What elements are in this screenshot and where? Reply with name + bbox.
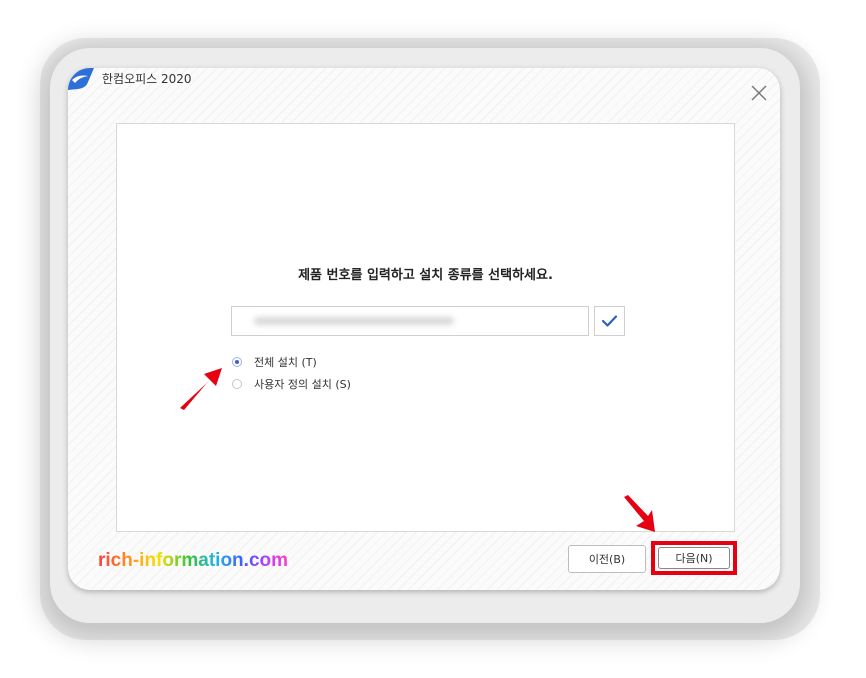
radio-label-custom-install: 사용자 정의 설치 (S)	[254, 378, 351, 391]
verify-button[interactable]	[594, 306, 625, 336]
installer-window: 한컴오피스 2020 제품 번호를 입력하고 설치 종류를 선택하세요. 전체 …	[68, 68, 780, 590]
blurred-product-number	[254, 317, 454, 325]
page-heading: 제품 번호를 입력하고 설치 종류를 선택하세요.	[298, 268, 553, 283]
window-title: 한컴오피스 2020	[102, 72, 192, 86]
checkmark-icon	[601, 315, 618, 327]
content-panel: 제품 번호를 입력하고 설치 종류를 선택하세요. 전체 설치 (T) 사용자 …	[116, 123, 735, 532]
product-number-input[interactable]	[231, 306, 589, 336]
radio-custom-install[interactable]: 사용자 정의 설치 (S)	[232, 375, 351, 393]
watermark-text: rich-information.com	[98, 550, 289, 571]
red-arrow-icon	[624, 495, 655, 532]
hancom-logo-icon	[68, 68, 94, 90]
close-icon[interactable]	[748, 82, 770, 104]
radio-button[interactable]	[232, 379, 242, 389]
radio-button-selected[interactable]	[232, 357, 242, 367]
prev-button[interactable]: 이전(B)	[568, 545, 646, 573]
radio-full-install[interactable]: 전체 설치 (T)	[232, 353, 317, 371]
red-arrow-icon	[180, 368, 222, 410]
radio-label-full-install: 전체 설치 (T)	[254, 356, 317, 369]
next-button[interactable]: 다음(N)	[658, 547, 730, 569]
